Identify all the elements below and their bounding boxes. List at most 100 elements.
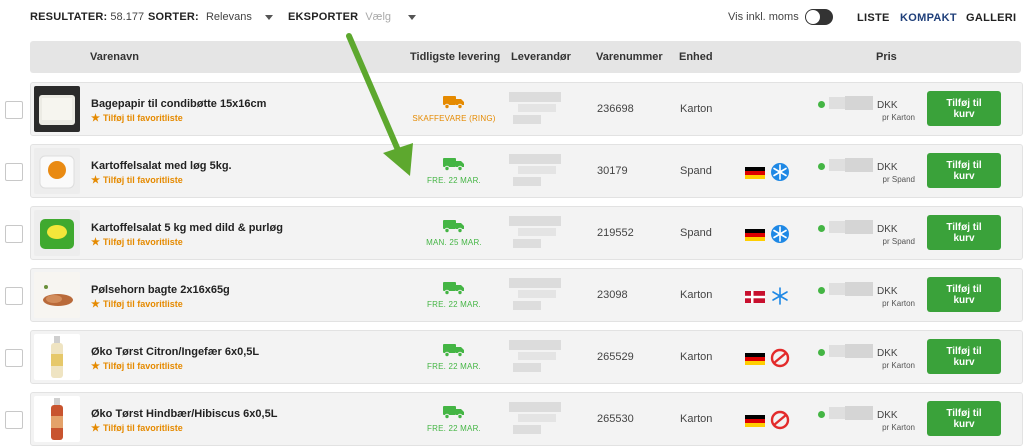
- germany-flag-icon: [745, 166, 765, 179]
- product-image[interactable]: [34, 210, 80, 256]
- price-currency: DKK: [877, 100, 898, 111]
- product-name[interactable]: Øko Tørst Hindbær/Hibiscus 6x0,5L: [91, 408, 277, 420]
- unit: Spand: [680, 165, 712, 177]
- add-to-cart-button[interactable]: Tilføj til kurv: [927, 91, 1001, 126]
- row-checkbox[interactable]: [5, 101, 23, 119]
- truck-icon: [443, 405, 465, 420]
- add-favorite-link[interactable]: ★ Tilføj til favoritliste: [91, 423, 183, 434]
- product-image[interactable]: [34, 148, 80, 194]
- row-checkbox[interactable]: [5, 287, 23, 305]
- add-favorite-link[interactable]: ★ Tilføj til favoritliste: [91, 175, 183, 186]
- table-header: Varenavn Tidligste levering Leverandør V…: [30, 41, 1021, 73]
- price-currency: DKK: [877, 286, 898, 297]
- truck-icon: [443, 219, 465, 234]
- table-row: Øko Tørst Citron/Ingefær 6x0,5L ★ Tilføj t…: [30, 330, 1023, 384]
- col-supplier[interactable]: Leverandør: [511, 51, 571, 63]
- toolbar: RESULTATER: 58.177 SORTER: Relevans EKSP…: [0, 0, 1030, 36]
- row-checkbox[interactable]: [5, 163, 23, 181]
- price-unit: pr Karton: [882, 113, 915, 122]
- unit: Spand: [680, 227, 712, 239]
- col-item-no[interactable]: Varenummer: [596, 51, 663, 63]
- delivery-date: SKAFFEVARE (RING): [412, 114, 496, 123]
- results-summary: RESULTATER: 58.177: [30, 11, 144, 23]
- export-dropdown[interactable]: EKSPORTER Vælg: [288, 11, 417, 23]
- delivery-date: MAN. 25 MAR.: [426, 238, 482, 247]
- add-to-cart-button[interactable]: Tilføj til kurv: [927, 339, 1001, 374]
- col-unit[interactable]: Enhed: [679, 51, 713, 63]
- results-count: 58.177: [110, 11, 145, 23]
- star-icon: ★: [91, 175, 100, 186]
- delivery-date: FRE. 22 MAR.: [427, 176, 481, 185]
- price-status-icon: [818, 225, 825, 232]
- col-delivery[interactable]: Tidligste levering: [410, 51, 500, 63]
- unit: Karton: [680, 103, 713, 115]
- favorite-label: Tilføj til favoritliste: [102, 175, 183, 185]
- results-label: RESULTATER:: [30, 11, 108, 23]
- item-number: 30179: [597, 165, 628, 177]
- truck-icon: [443, 281, 465, 296]
- add-to-cart-label: Tilføj til kurv: [946, 221, 982, 244]
- favorite-label: Tilføj til favoritliste: [102, 299, 183, 309]
- unit: Karton: [680, 351, 713, 363]
- price-status-icon: [818, 287, 825, 294]
- truck-icon: [443, 95, 465, 110]
- truck-icon: [443, 343, 465, 358]
- product-image[interactable]: [34, 86, 80, 132]
- unit: Karton: [680, 413, 713, 425]
- export-value: Vælg: [365, 11, 392, 23]
- add-favorite-link[interactable]: ★ Tilføj til favoritliste: [91, 237, 183, 248]
- add-to-cart-label: Tilføj til kurv: [946, 159, 982, 182]
- add-to-cart-button[interactable]: Tilføj til kurv: [927, 153, 1001, 188]
- sort-label: SORTER:: [148, 11, 199, 23]
- add-to-cart-label: Tilføj til kurv: [946, 407, 982, 430]
- add-favorite-link[interactable]: ★ Tilføj til favoritliste: [91, 113, 183, 124]
- product-name[interactable]: Pølsehorn bagte 2x16x65g: [91, 284, 230, 296]
- chevron-down-icon: [408, 14, 417, 20]
- price-currency: DKK: [877, 162, 898, 173]
- col-price[interactable]: Pris: [876, 51, 897, 63]
- product-image[interactable]: [34, 272, 80, 318]
- table-row: Øko Tørst Hindbær/Hibiscus 6x0,5L ★ Tilføj…: [30, 392, 1023, 446]
- add-to-cart-button[interactable]: Tilføj til kurv: [927, 401, 1001, 436]
- favorite-label: Tilføj til favoritliste: [102, 423, 183, 433]
- frozen-icon: [770, 162, 790, 182]
- denmark-flag-icon: [745, 290, 765, 303]
- vat-toggle-label: Vis inkl. moms: [728, 11, 799, 23]
- add-favorite-link[interactable]: ★ Tilføj til favoritliste: [91, 299, 183, 310]
- delivery-date: FRE. 22 MAR.: [427, 362, 481, 371]
- row-checkbox[interactable]: [5, 349, 23, 367]
- germany-flag-icon: [745, 414, 765, 427]
- snowflake-icon: [770, 286, 790, 306]
- vat-toggle[interactable]: [805, 9, 833, 25]
- product-name[interactable]: Kartoffelsalat 5 kg med dild & purløg: [91, 222, 283, 234]
- truck-icon: [443, 157, 465, 172]
- item-number: 219552: [597, 227, 634, 239]
- item-number: 265530: [597, 413, 634, 425]
- view-liste[interactable]: LISTE: [857, 12, 890, 24]
- product-image[interactable]: [34, 396, 80, 442]
- organic-icon: [770, 348, 790, 368]
- price-currency: DKK: [877, 410, 898, 421]
- add-to-cart-button[interactable]: Tilføj til kurv: [927, 277, 1001, 312]
- view-galleri[interactable]: GALLERI: [966, 12, 1016, 24]
- col-name[interactable]: Varenavn: [90, 51, 139, 63]
- add-favorite-link[interactable]: ★ Tilføj til favoritliste: [91, 361, 183, 372]
- row-checkbox[interactable]: [5, 225, 23, 243]
- sort-value: Relevans: [205, 11, 252, 23]
- price-currency: DKK: [877, 224, 898, 235]
- product-image[interactable]: [34, 334, 80, 380]
- add-to-cart-button[interactable]: Tilføj til kurv: [927, 215, 1001, 250]
- row-checkbox[interactable]: [5, 411, 23, 429]
- price-unit: pr Karton: [882, 423, 915, 432]
- product-name[interactable]: Bagepapir til condibøtte 15x16cm: [91, 98, 266, 110]
- sort-dropdown[interactable]: SORTER: Relevans: [148, 11, 273, 23]
- toggle-knob: [806, 10, 820, 24]
- germany-flag-icon: [745, 352, 765, 365]
- favorite-label: Tilføj til favoritliste: [102, 361, 183, 371]
- star-icon: ★: [91, 423, 100, 434]
- product-name[interactable]: Øko Tørst Citron/Ingefær 6x0,5L: [91, 346, 259, 358]
- star-icon: ★: [91, 361, 100, 372]
- view-kompakt[interactable]: KOMPAKT: [900, 12, 957, 24]
- table-row: Bagepapir til condibøtte 15x16cm ★ Tilføj …: [30, 82, 1023, 136]
- product-name[interactable]: Kartoffelsalat med løg 5kg.: [91, 160, 232, 172]
